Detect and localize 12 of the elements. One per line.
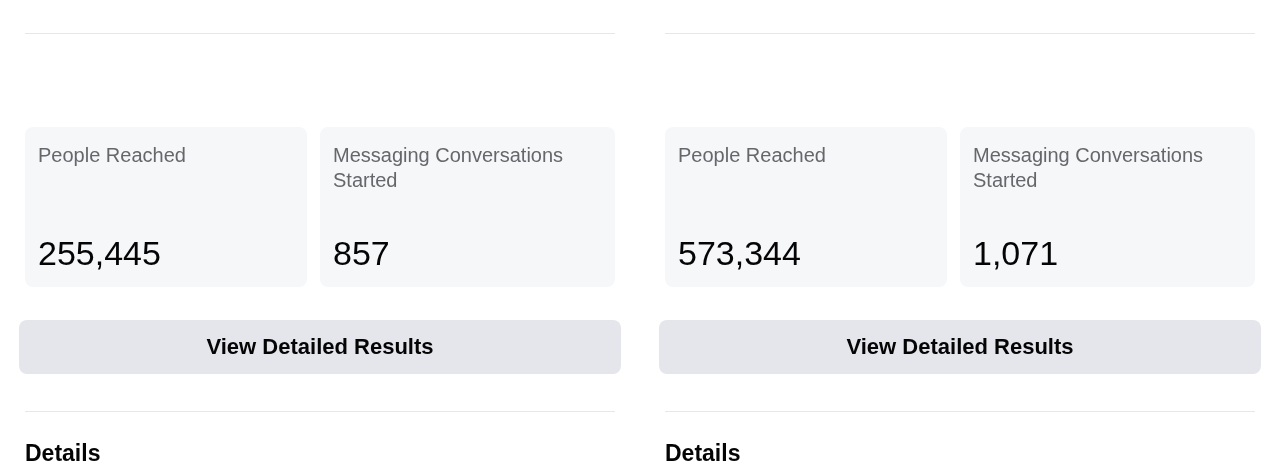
metric-label: People Reached <box>678 143 826 168</box>
metric-label: Messaging Conversations Started <box>333 143 565 193</box>
metric-label: People Reached <box>38 143 186 168</box>
metric-label: Messaging Conversations Started <box>973 143 1205 193</box>
section-title: Details <box>665 440 741 467</box>
view-results-button[interactable]: View Detailed Results <box>659 320 1261 374</box>
view-results-button[interactable]: View Detailed Results <box>19 320 621 374</box>
metric-value: 573,344 <box>678 233 801 273</box>
section-title: Details <box>25 440 101 467</box>
metric-value: 857 <box>333 233 390 273</box>
metric-value: 1,071 <box>973 233 1059 273</box>
metric-value: 255,445 <box>38 233 161 273</box>
